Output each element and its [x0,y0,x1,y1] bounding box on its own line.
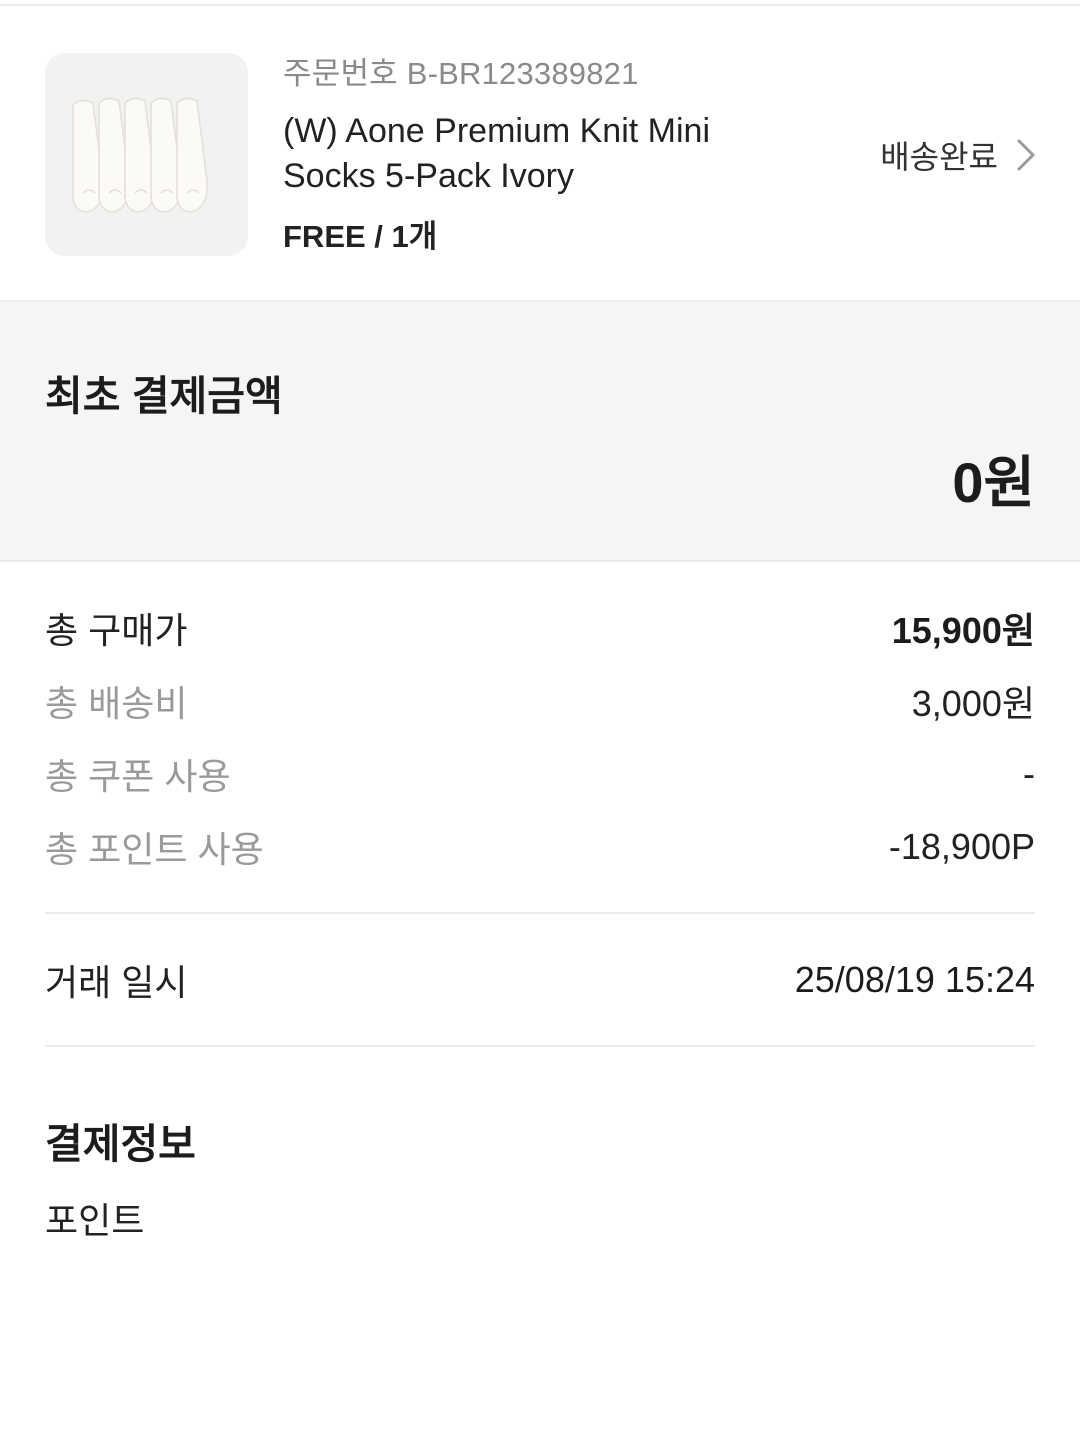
total-shipping-row: 총 배송비 3,000원 [45,677,1035,725]
total-points-value: -18,900P [888,826,1035,867]
order-number: 주문번호 B-BR123389821 [283,56,639,91]
top-divider [0,0,1080,6]
delivery-status-link[interactable]: 배송완료 [880,132,1036,178]
initial-payment-section: 최초 결제금액 0원 [0,302,1080,562]
total-shipping-value: 3,000원 [911,683,1035,724]
total-points-row: 총 포인트 사용 -18,900P [45,823,1035,871]
total-shipping-label: 총 배송비 [45,683,188,724]
product-thumbnail[interactable] [45,53,248,256]
total-points-label: 총 포인트 사용 [45,829,264,870]
total-purchase-value: 15,900원 [891,610,1035,651]
transaction-date-row: 거래 일시 25/08/19 15:24 [45,956,1035,1004]
total-coupon-value: - [1023,753,1035,794]
total-purchase-row: 총 구매가 15,900원 [45,604,1035,652]
total-coupon-row: 총 쿠폰 사용 - [45,750,1035,798]
transaction-date-label: 거래 일시 [45,962,188,1003]
chevron-right-icon [1017,139,1035,171]
product-name[interactable]: (W) Aone Premium Knit Mini Socks 5-Pack … [283,109,803,199]
product-info: 주문번호 B-BR123389821 (W) Aone Premium Knit… [283,54,803,257]
delivery-status-label: 배송완료 [880,139,998,175]
transaction-date-value: 25/08/19 15:24 [794,959,1035,1000]
order-item-card[interactable]: 주문번호 B-BR123389821 (W) Aone Premium Knit… [0,8,1080,302]
total-coupon-label: 총 쿠폰 사용 [45,756,231,797]
initial-payment-title: 최초 결제금액 [45,373,283,419]
product-option: FREE / 1개 [283,219,438,254]
total-purchase-label: 총 구매가 [45,610,188,651]
payment-info-title: 결제정보 [45,1121,196,1167]
initial-payment-amount: 0원 [952,451,1035,514]
divider [45,1045,1035,1047]
divider [45,912,1035,914]
payment-method: 포인트 [45,1200,145,1241]
socks-product-image [45,53,248,256]
